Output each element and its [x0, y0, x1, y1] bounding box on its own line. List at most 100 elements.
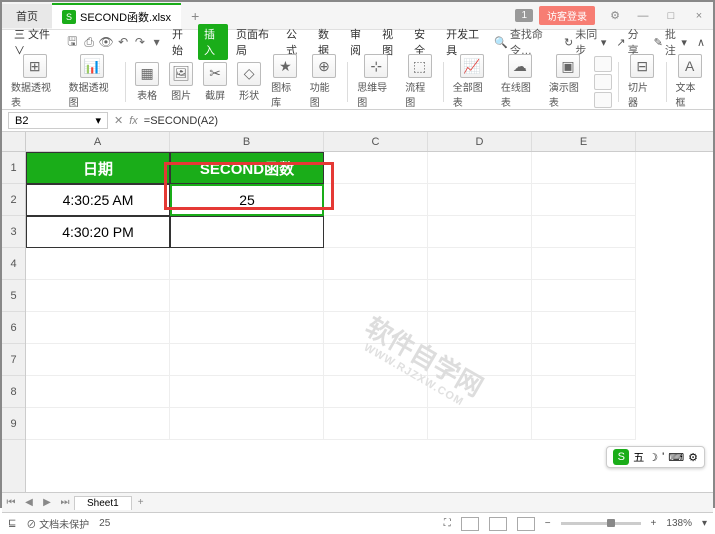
cell-a1[interactable]: 日期	[26, 152, 170, 184]
ribbon-sparkline-group[interactable]	[594, 56, 612, 108]
settings-icon[interactable]: ⚙	[601, 9, 629, 22]
cancel-formula-icon[interactable]: ✕	[114, 114, 123, 127]
row-header-7[interactable]: 7	[2, 344, 25, 376]
row-header-2[interactable]: 2	[2, 184, 25, 216]
cell-a9[interactable]	[26, 408, 170, 440]
cell-b3[interactable]	[170, 216, 324, 248]
formula-input[interactable]: =SECOND(A2)	[138, 115, 713, 127]
qat-redo-icon[interactable]: ↷	[132, 33, 147, 51]
ribbon-slicer[interactable]: ⊟切片器	[625, 54, 660, 109]
qat-preview-icon[interactable]: 👁	[99, 33, 114, 51]
cell-a8[interactable]	[26, 376, 170, 408]
qat-undo-icon[interactable]: ↶	[116, 33, 131, 51]
cell-a7[interactable]	[26, 344, 170, 376]
ribbon-screenshot[interactable]: ✂截屏	[200, 62, 230, 102]
cell-e9[interactable]	[532, 408, 636, 440]
cell-b9[interactable]	[170, 408, 324, 440]
cell-d4[interactable]	[428, 248, 532, 280]
zoom-slider[interactable]	[561, 522, 641, 525]
cell-c3[interactable]	[324, 216, 428, 248]
cell-b7[interactable]	[170, 344, 324, 376]
zoom-level[interactable]: 138%	[666, 518, 692, 529]
row-header-9[interactable]: 9	[2, 408, 25, 440]
row-header-1[interactable]: 1	[2, 152, 25, 184]
add-sheet-button[interactable]: +	[132, 497, 150, 508]
cell-a4[interactable]	[26, 248, 170, 280]
cell-b2[interactable]: 25	[170, 184, 324, 216]
menu-insert[interactable]: 插入	[198, 24, 228, 60]
file-tab[interactable]: S SECOND函数.xlsx	[52, 3, 181, 29]
cell-c1[interactable]	[324, 152, 428, 184]
ribbon-funcchart[interactable]: ⊕功能图	[307, 54, 342, 109]
col-header-e[interactable]: E	[532, 132, 636, 151]
protect-status[interactable]: ⊘ 文档未保护	[26, 516, 89, 531]
view-pagebreak-button[interactable]	[489, 517, 507, 531]
ribbon-onlinechart[interactable]: ☁在线图表	[498, 54, 542, 109]
dropdown-icon[interactable]: ▾	[95, 114, 101, 127]
ime-toolbar[interactable]: S 五 ☽ ' ⌨ ⚙	[606, 446, 705, 468]
ribbon-shapes[interactable]: ◇形状	[234, 62, 264, 102]
select-all-corner[interactable]	[2, 132, 26, 152]
cell-e5[interactable]	[532, 280, 636, 312]
sheet-prev-icon[interactable]: ◀	[20, 497, 38, 508]
cell-d8[interactable]	[428, 376, 532, 408]
view-normal-button[interactable]	[461, 517, 479, 531]
cell-a2[interactable]: 4:30:25 AM	[26, 184, 170, 216]
maximize-button[interactable]: □	[657, 10, 685, 22]
qat-more-icon[interactable]: ▾	[149, 33, 164, 51]
cell-d6[interactable]	[428, 312, 532, 344]
ime-mode[interactable]: 五	[633, 449, 644, 465]
ribbon-collapse-icon[interactable]: ∧	[693, 36, 709, 49]
menu-start[interactable]: 开始	[166, 24, 196, 60]
zoom-in-button[interactable]: +	[651, 518, 657, 529]
ribbon-flowchart[interactable]: ⬚流程图	[402, 54, 437, 109]
sheet-tab-1[interactable]: Sheet1	[74, 496, 132, 510]
cell-d3[interactable]	[428, 216, 532, 248]
cell-b8[interactable]	[170, 376, 324, 408]
cell-e1[interactable]	[532, 152, 636, 184]
cell-e7[interactable]	[532, 344, 636, 376]
ribbon-presentchart[interactable]: ▣演示图表	[546, 54, 590, 109]
close-button[interactable]: ×	[685, 10, 713, 22]
cell-a5[interactable]	[26, 280, 170, 312]
ribbon-pivottable[interactable]: ⊞数据透视表	[8, 54, 62, 109]
sheet-first-icon[interactable]: ⏮	[2, 497, 20, 508]
ribbon-mindmap[interactable]: ⊹思维导图	[354, 54, 398, 109]
zoom-out-button[interactable]: −	[545, 518, 551, 529]
cell-c7[interactable]	[324, 344, 428, 376]
minimize-button[interactable]: —	[629, 10, 657, 22]
notification-badge[interactable]: 1	[515, 9, 533, 22]
cell-b1[interactable]: SECOND函数	[170, 152, 324, 184]
cell-c5[interactable]	[324, 280, 428, 312]
cell-c2[interactable]	[324, 184, 428, 216]
ribbon-table[interactable]: ▦表格	[132, 62, 162, 102]
fx-icon[interactable]: fx	[129, 115, 138, 127]
cell-d2[interactable]	[428, 184, 532, 216]
cell-c9[interactable]	[324, 408, 428, 440]
cell-a6[interactable]	[26, 312, 170, 344]
ribbon-allcharts[interactable]: 📈全部图表	[450, 54, 494, 109]
cell-b5[interactable]	[170, 280, 324, 312]
col-header-c[interactable]: C	[324, 132, 428, 151]
view-reading-button[interactable]	[517, 517, 535, 531]
row-header-4[interactable]: 4	[2, 248, 25, 280]
row-header-8[interactable]: 8	[2, 376, 25, 408]
cell-b4[interactable]	[170, 248, 324, 280]
col-header-d[interactable]: D	[428, 132, 532, 151]
sheet-last-icon[interactable]: ⏭	[56, 497, 74, 508]
cell-b6[interactable]	[170, 312, 324, 344]
qat-print-icon[interactable]: ⎙	[82, 33, 97, 51]
ribbon-pivotchart[interactable]: 📊数据透视图	[66, 54, 120, 109]
cell-e8[interactable]	[532, 376, 636, 408]
zoom-dropdown-icon[interactable]: ▾	[702, 518, 707, 529]
cell-d7[interactable]	[428, 344, 532, 376]
cell-e6[interactable]	[532, 312, 636, 344]
row-header-3[interactable]: 3	[2, 216, 25, 248]
ime-settings-icon[interactable]: ⚙	[688, 451, 698, 464]
ime-moon-icon[interactable]: ☽	[648, 451, 658, 464]
ribbon-picture[interactable]: 🖼图片	[166, 62, 196, 102]
focus-mode-icon[interactable]: ⛶	[444, 518, 451, 529]
name-box[interactable]: B2▾	[8, 112, 108, 129]
cell-d1[interactable]	[428, 152, 532, 184]
col-header-b[interactable]: B	[170, 132, 324, 151]
